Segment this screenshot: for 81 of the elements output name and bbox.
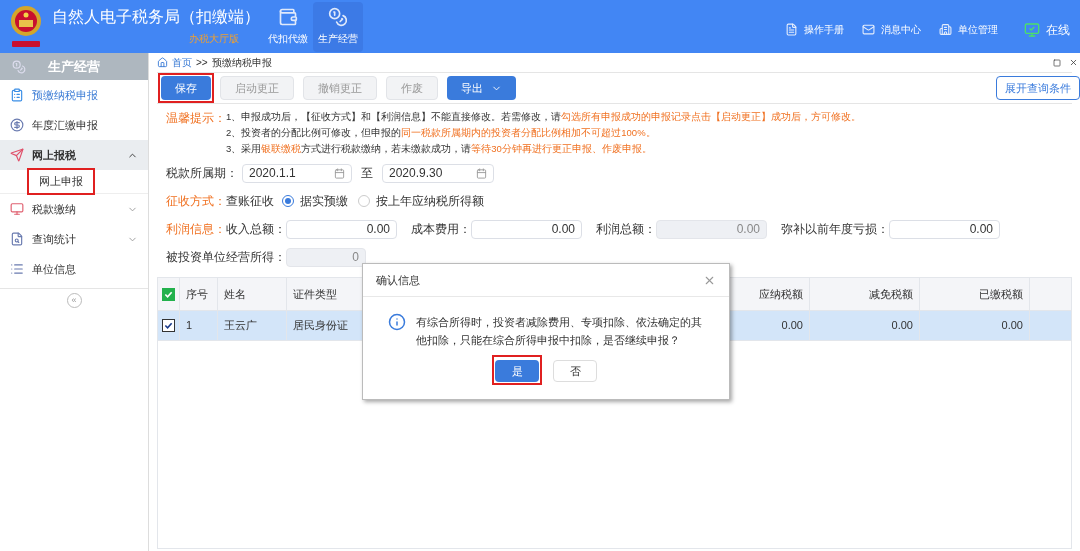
building-icon (939, 23, 952, 36)
sidebar-item[interactable]: 年度汇缴申报 (0, 110, 148, 140)
column-header: 序号 (186, 286, 208, 302)
field-label: 成本费用： (411, 221, 471, 238)
field-label: 弥补以前年度亏损： (781, 221, 889, 238)
sidebar-item[interactable]: 网上报税 (0, 140, 148, 170)
field-label: 被投资单位经营所得： (166, 249, 286, 266)
nav-tab[interactable]: 代扣代缴 (263, 1, 313, 52)
toolbar-button[interactable]: 启动更正 (220, 76, 294, 100)
input-field[interactable]: 0.00 (471, 219, 582, 239)
field-label: 利润总额： (596, 221, 656, 238)
sidebar-item[interactable]: 税款缴纳 (0, 194, 148, 224)
monitor-icon (1024, 21, 1040, 38)
calendar-icon[interactable] (476, 167, 487, 179)
table-cell-text: 1 (186, 318, 193, 334)
notice-text: 1、申报成功后，【征收方式】和【利润信息】不能直接修改。若需修改，请勾选所有申报成功的申报记录点击【启动更正】成功后，方可修改。 (226, 110, 862, 124)
section-label: 征收方式： (166, 193, 226, 210)
table-cell-text: 0.00 (891, 318, 913, 334)
field-label: 至 (361, 165, 373, 182)
toolbar-button[interactable]: 保存 (161, 76, 211, 100)
home-icon (157, 57, 168, 68)
table-cell-text: 王云广 (224, 318, 257, 334)
field-label: 收入总额： (226, 221, 286, 238)
header-link[interactable]: 操作手册 (785, 22, 844, 37)
dialog-button[interactable]: 否 (553, 360, 597, 383)
notice-text: 2、投资者的分配比例可修改，但申报的 同一税款所属期内的投资者分配比例相加不可超过100%。 (226, 126, 657, 140)
method-text: 查账征收 (226, 193, 274, 210)
input-field[interactable]: 0.00 (286, 219, 397, 239)
sidebar-item[interactable]: 查询统计 (0, 224, 148, 254)
search-icon (10, 232, 24, 246)
toolbar-button[interactable]: 作废 (386, 76, 438, 100)
field-label: 税款所属期： (166, 165, 238, 182)
dialog-title: 确认信息 (376, 272, 420, 288)
clipboard-icon (10, 88, 24, 102)
breadcrumb-link[interactable]: 首页 (172, 55, 192, 70)
restore-icon[interactable] (1053, 58, 1061, 67)
radio-option[interactable]: 按上年应纳税所得额 (358, 192, 484, 210)
sidebar-title: 生产经营 (48, 57, 100, 76)
header-link[interactable]: 消息中心 (862, 22, 921, 37)
column-header: 减免税额 (869, 286, 913, 302)
notice-text: 3、采用银联缴税方式进行税款缴纳，若未缴款成功，请等待30分钟再进行更正申报、作废申报。 (226, 142, 653, 156)
sidebar-subitem[interactable]: 网上申报 (27, 168, 95, 195)
input-field[interactable]: 2020.9.30 (382, 163, 494, 183)
column-header: 姓名 (224, 286, 246, 302)
screen-icon (10, 202, 24, 216)
header-link[interactable]: 单位管理 (939, 22, 998, 37)
coins-icon (12, 59, 26, 74)
send-icon (10, 148, 24, 162)
sidebar-item[interactable]: 单位信息 (0, 254, 148, 284)
info-icon (388, 313, 406, 331)
wallet-icon (278, 7, 298, 27)
notice-label: 温馨提示： (166, 110, 226, 127)
app-subtitle: 办税大厅版 (189, 32, 240, 46)
table-cell-text: 0.00 (781, 318, 803, 334)
app-title: 自然人电子税务局（扣缴端） (52, 7, 257, 27)
header-link[interactable]: 在线 (1024, 20, 1070, 39)
input-field[interactable]: 0.00 (889, 219, 1000, 239)
calendar-icon[interactable] (334, 167, 345, 179)
dialog-button[interactable]: 是 (495, 360, 539, 383)
mail-icon (862, 23, 875, 36)
expand-button[interactable]: 展开查询条件 (996, 76, 1080, 100)
breadcrumb-current: 预缴纳税申报 (211, 56, 272, 70)
table-cell-text: 居民身份证 (293, 318, 348, 334)
column-header: 已缴税额 (979, 286, 1023, 302)
radio-option[interactable]: 据实预缴 (282, 192, 348, 210)
coins-icon (328, 7, 348, 27)
document-icon (785, 23, 798, 36)
breadcrumb-separator: >> (196, 56, 208, 70)
toolbar-button[interactable]: 撤销更正 (303, 76, 377, 100)
column-header: 应纳税额 (759, 286, 803, 302)
section-label: 利润信息： (166, 221, 226, 238)
table-cell-text: 0.00 (1001, 318, 1023, 334)
close-icon[interactable] (1069, 58, 1078, 67)
list-icon (10, 262, 24, 276)
checkbox[interactable] (162, 287, 175, 301)
checkbox[interactable] (162, 319, 175, 332)
nav-tab[interactable]: 生产经营 (313, 1, 363, 52)
sidebar-item[interactable]: 预缴纳税申报 (0, 80, 148, 110)
column-header: 证件类型 (293, 286, 337, 302)
input-field[interactable]: 2020.1.1 (242, 163, 352, 183)
toolbar-button[interactable]: 导出 (447, 76, 516, 100)
